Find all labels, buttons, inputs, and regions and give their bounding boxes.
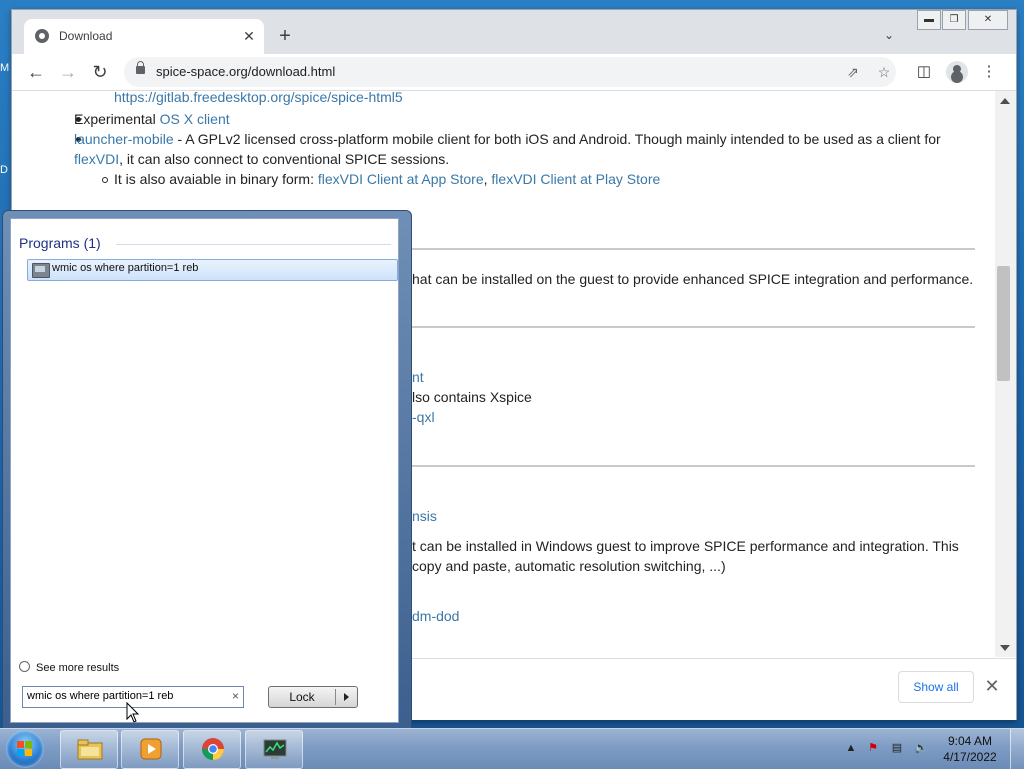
scroll-up-arrow-icon[interactable] [1000, 98, 1010, 104]
programs-heading: Programs (1) [19, 235, 101, 251]
profile-avatar-icon[interactable] [946, 61, 968, 83]
network-icon[interactable]: ▤ [890, 741, 904, 755]
clock-date[interactable]: 4/17/2022 [940, 750, 1000, 764]
link-play-store[interactable]: flexVDI Client at Play Store [491, 171, 660, 187]
new-tab-button[interactable]: + [274, 25, 296, 47]
taskbar-media-player-button[interactable] [121, 730, 179, 769]
clock-time[interactable]: 9:04 AM [940, 734, 1000, 748]
show-desktop-button[interactable] [1010, 729, 1024, 769]
restore-button[interactable]: ❐ [942, 10, 966, 30]
list-item: Experimental OS X client [74, 111, 230, 127]
star-icon[interactable]: ☆ [875, 63, 893, 81]
link-osx-client[interactable]: OS X client [160, 111, 230, 127]
list-text: , it can also connect to conventional SP… [119, 151, 450, 167]
shutdown-options-arrow-icon[interactable] [344, 693, 349, 701]
start-button[interactable] [6, 730, 44, 768]
volume-icon[interactable]: 🔈 [914, 741, 928, 755]
list-item: launcher-mobile - A GPLv2 licensed cross… [74, 131, 941, 147]
tab-title: Download [59, 29, 113, 43]
body-text: lso contains Xspice [412, 389, 532, 405]
list-text: It is also avaiable in binary form: [114, 171, 318, 187]
link-qxl-wddm-dod[interactable]: dm-dod [412, 608, 459, 624]
list-text: Experimental [74, 111, 160, 127]
button-divider [335, 689, 336, 705]
start-search-input[interactable] [23, 687, 225, 705]
lock-button-label[interactable]: Lock [269, 690, 335, 704]
link-launcher-mobile[interactable]: launcher-mobile [74, 131, 174, 147]
scroll-thumb[interactable] [997, 266, 1010, 381]
mouse-cursor-icon [126, 701, 140, 723]
close-tab-button[interactable]: ✕ [240, 27, 258, 45]
media-player-icon [140, 738, 162, 760]
see-more-label: See more results [36, 662, 120, 674]
windows-logo-icon [17, 741, 33, 757]
browser-toolbar: ← → ↻ spice-space.org/download.html ⇗ ☆ … [12, 54, 1016, 91]
section-divider [412, 326, 975, 328]
menu-kebab-icon[interactable]: ⋮ [979, 62, 999, 82]
show-hidden-icons-icon[interactable]: ▲ [844, 741, 858, 755]
section-divider [412, 248, 975, 250]
back-arrow-icon[interactable]: ← [24, 60, 48, 84]
see-more-results-link[interactable]: See more results [19, 660, 119, 674]
address-bar[interactable]: spice-space.org/download.html ⇗ ☆ [124, 57, 896, 87]
share-icon[interactable]: ⇗ [844, 63, 862, 81]
reload-icon[interactable]: ↻ [88, 60, 112, 84]
minimize-button[interactable]: ▬ [917, 10, 941, 30]
action-center-flag-icon[interactable]: ⚑ [866, 741, 880, 755]
link-app-store[interactable]: flexVDI Client at App Store [318, 171, 484, 187]
start-menu: Programs (1) wmic os where partition=1 r… [2, 210, 412, 730]
link-spice-html5[interactable]: https://gitlab.freedesktop.org/spice/spi… [114, 91, 403, 105]
body-text: copy and paste, automatic resolution swi… [412, 558, 726, 574]
close-window-button[interactable]: ✕ [968, 10, 1008, 30]
link-xf86-video-qxl[interactable]: -qxl [412, 409, 435, 425]
lock-button[interactable]: Lock [268, 686, 358, 708]
tab-download[interactable]: Download ✕ [24, 19, 264, 54]
taskbar-chrome-button[interactable] [183, 730, 241, 769]
console-program-icon [32, 263, 50, 278]
link-flexvdi[interactable]: flexVDI [74, 151, 119, 167]
task-manager-icon [263, 739, 287, 759]
desktop-icon-label[interactable]: M [0, 62, 10, 74]
vertical-scrollbar[interactable] [995, 91, 1016, 657]
close-download-shelf-button[interactable]: ✕ [982, 676, 1002, 696]
body-text: t can be installed in Windows guest to i… [412, 538, 959, 554]
url-text[interactable]: spice-space.org/download.html [156, 64, 335, 79]
globe-icon [35, 29, 49, 43]
list-text: - A GPLv2 licensed cross-platform mobile… [173, 131, 941, 147]
desktop-icon-label[interactable]: D [0, 164, 10, 176]
chrome-icon [202, 738, 224, 760]
magnifier-icon [19, 661, 30, 672]
taskbar-explorer-button[interactable] [60, 730, 118, 769]
link-fragment[interactable]: nt [412, 369, 424, 385]
taskbar-task-manager-button[interactable] [245, 730, 303, 769]
list-item: flexVDI, it can also connect to conventi… [74, 151, 449, 167]
clear-search-icon[interactable]: × [232, 689, 239, 703]
show-all-downloads-button[interactable]: Show all [898, 671, 974, 703]
folder-icon [77, 739, 103, 760]
search-result-label: wmic os where partition=1 reb [52, 262, 199, 274]
lock-icon[interactable] [136, 61, 145, 74]
chevron-down-icon[interactable]: ⌄ [884, 28, 900, 42]
list-bullet [102, 177, 108, 183]
scroll-down-arrow-icon[interactable] [1000, 645, 1010, 651]
forward-arrow-icon[interactable]: → [56, 60, 80, 84]
taskbar: ▲ ⚑ ▤ 🔈 9:04 AM 4/17/2022 [0, 728, 1024, 769]
search-result-item[interactable]: wmic os where partition=1 reb [27, 259, 398, 281]
list-item: It is also avaiable in binary form: flex… [114, 171, 660, 187]
body-text: hat can be installed on the guest to pro… [412, 271, 974, 287]
section-divider [412, 465, 975, 467]
link-nsis[interactable]: nsis [412, 508, 437, 524]
tab-strip: Download ✕ + ⌄ ▬ ❐ ✕ [12, 10, 1016, 54]
side-panel-icon[interactable]: ◫ [914, 62, 934, 82]
heading-divider [116, 244, 391, 245]
start-menu-results-pane: Programs (1) wmic os where partition=1 r… [10, 218, 399, 723]
